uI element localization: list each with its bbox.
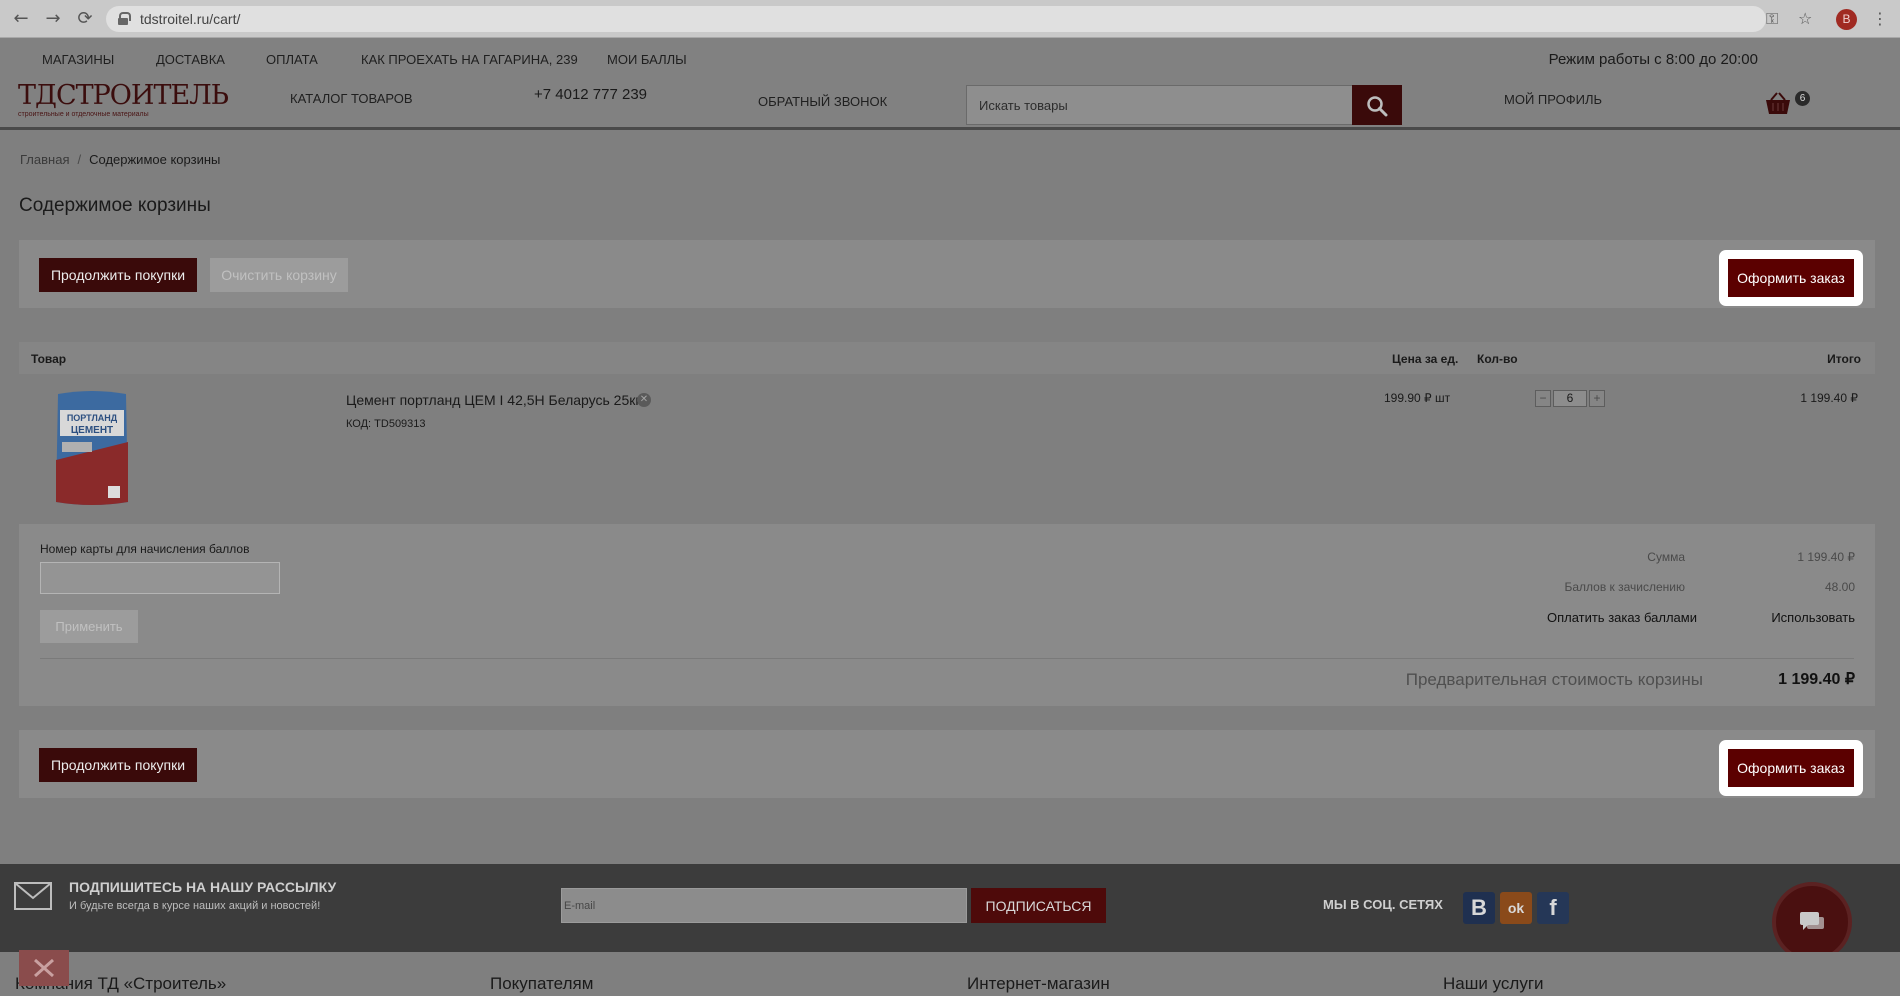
pay-with-points-label: Оплатить заказ баллами (1546, 610, 1697, 625)
footer-columns: Компания ТД «Строитель» Покупателям Инте… (0, 952, 1900, 996)
footer-col-shop: Интернет-магазин (967, 974, 1110, 993)
social-label: Мы в соц. сетях (1323, 897, 1443, 912)
prelim-total-value: 1 199.40 ₽ (1778, 671, 1855, 688)
checkout-button-bottom[interactable]: Оформить заказ (1728, 749, 1854, 787)
increase-qty-button[interactable]: + (1589, 390, 1605, 407)
cart-summary: Номер карты для начисления баллов Примен… (19, 524, 1875, 706)
product-name[interactable]: Цемент портланд ЦЕМ I 42,5Н Беларусь 25к… (346, 392, 640, 408)
card-number-label: Номер карты для начисления баллов (40, 542, 250, 556)
footer-col-customers: Покупателям (490, 974, 594, 993)
checkout-highlight: Оформить заказ (1719, 250, 1863, 306)
clear-cart-button[interactable]: Очистить корзину (210, 258, 348, 292)
breadcrumb: Главная / Содержимое корзины (20, 152, 220, 167)
envelope-icon (14, 882, 52, 910)
search-button[interactable] (1352, 85, 1402, 125)
search-input[interactable] (967, 86, 1353, 124)
menu-dots-icon[interactable]: ⋮ (1872, 9, 1888, 28)
footer-col-services: Наши услуги (1443, 974, 1544, 993)
forward-icon[interactable]: → (42, 8, 64, 30)
newsletter-title: Подпишитесь на нашу рассылку (69, 879, 337, 895)
product-image-text-1: ПОРТЛАНД (67, 413, 118, 423)
sum-label: Сумма (1647, 550, 1685, 564)
nav-delivery[interactable]: Доставка (156, 52, 225, 67)
breadcrumb-current: Содержимое корзины (89, 152, 221, 167)
newsletter-bar: Подпишитесь на нашу рассылку И будьте вс… (0, 864, 1900, 962)
phone-number[interactable]: +7 4012 777 239 (534, 86, 647, 103)
wrench-icon (34, 958, 54, 978)
cart-actions-bottom: Продолжить покупки Оформить заказ (19, 730, 1875, 798)
vk-icon[interactable]: В (1463, 892, 1495, 924)
col-product: Товар (31, 352, 67, 366)
checkout-button[interactable]: Оформить заказ (1728, 259, 1854, 297)
points-value: 48.00 (1824, 580, 1855, 594)
apply-card-button[interactable]: Применить (40, 610, 138, 643)
avatar[interactable]: B (1836, 9, 1857, 30)
logo-wordmark: ТДСТРОИТЕЛЬ (18, 80, 229, 111)
col-price: Цена за ед. (1392, 352, 1459, 366)
cart-table-header: Товар Цена за ед. Кол-во Итого (19, 342, 1875, 374)
col-qty: Кол-во (1477, 352, 1518, 366)
work-hours: Режим работы с 8:00 до 20:00 (1548, 51, 1758, 68)
lock-icon (118, 12, 131, 25)
decrease-qty-button[interactable]: − (1535, 390, 1551, 407)
breadcrumb-separator: / (77, 152, 82, 167)
chat-widget-button[interactable] (1772, 882, 1852, 962)
col-total: Итого (1827, 352, 1861, 366)
url-text: tdstroitel.ru/cart/ (140, 11, 241, 27)
breadcrumb-home[interactable]: Главная (20, 152, 69, 167)
points-label: Баллов к зачислению (1564, 580, 1685, 594)
catalog-link[interactable]: Каталог товаров (290, 91, 413, 106)
product-code: КОД: TD509313 (346, 418, 426, 430)
browser-toolbar: ← → ⟳ tdstroitel.ru/cart/ ⚿ ☆ B ⋮ (0, 0, 1900, 38)
nav-directions[interactable]: Как проехать на Гагарина, 239 (361, 52, 578, 67)
page-title: Содержимое корзины (19, 195, 211, 216)
prelim-total-label: Предварительная стоимость корзины (1405, 670, 1703, 689)
reload-icon[interactable]: ⟳ (74, 8, 96, 30)
search-icon (1367, 96, 1388, 117)
address-bar[interactable]: tdstroitel.ru/cart/ (106, 6, 1766, 32)
logo-tagline: строительные и отделочные материалы (18, 111, 149, 118)
nav-stores[interactable]: Магазины (42, 52, 114, 67)
back-icon[interactable]: ← (10, 8, 32, 30)
tools-widget[interactable] (19, 950, 69, 986)
product-image-text-2: ЦЕМЕНТ (71, 425, 113, 436)
unit-price: 199.90 ₽ шт (1384, 391, 1451, 405)
remove-item-icon[interactable]: ✕ (637, 393, 651, 407)
odnoklassniki-icon[interactable]: ok (1500, 892, 1532, 924)
card-number-input[interactable] (40, 562, 280, 594)
chat-icon (1800, 912, 1824, 930)
site-header: Магазины Доставка Оплата Как проехать на… (0, 38, 1900, 130)
nav-payment[interactable]: Оплата (266, 52, 318, 67)
profile-link[interactable]: Мой профиль (1504, 92, 1602, 107)
facebook-icon[interactable]: f (1537, 892, 1569, 924)
site-logo[interactable]: ТДСТРОИТЕЛЬ строительные и отделочные ма… (18, 80, 229, 119)
nav-points[interactable]: Мои баллы (607, 52, 687, 67)
newsletter-email-input[interactable] (561, 888, 967, 923)
search-box (966, 85, 1402, 125)
subscribe-button[interactable]: Подписаться (971, 888, 1106, 923)
continue-shopping-button-bottom[interactable]: Продолжить покупки (39, 748, 197, 782)
star-icon[interactable]: ☆ (1798, 9, 1812, 28)
sum-value: 1 199.40 ₽ (1797, 550, 1855, 564)
checkout-highlight-bottom: Оформить заказ (1719, 740, 1863, 796)
product-image[interactable]: ПОРТЛАНД ЦЕМЕНТ (52, 390, 132, 508)
continue-shopping-button[interactable]: Продолжить покупки (39, 258, 197, 292)
cart-actions-top: Продолжить покупки Очистить корзину Офор… (19, 240, 1875, 308)
newsletter-subtitle: И будьте всегда в курсе наших акций и но… (69, 900, 321, 912)
basket-icon[interactable] (1764, 92, 1792, 116)
use-points-link[interactable]: Использовать (1771, 610, 1855, 625)
cart-count-badge: 6 (1795, 91, 1810, 106)
callback-link[interactable]: Обратный звонок (758, 94, 887, 109)
line-total: 1 199.40 ₽ (1800, 391, 1858, 405)
summary-divider (40, 658, 1854, 659)
key-icon[interactable]: ⚿ (1766, 9, 1778, 29)
quantity-input[interactable]: 6 (1553, 390, 1587, 407)
